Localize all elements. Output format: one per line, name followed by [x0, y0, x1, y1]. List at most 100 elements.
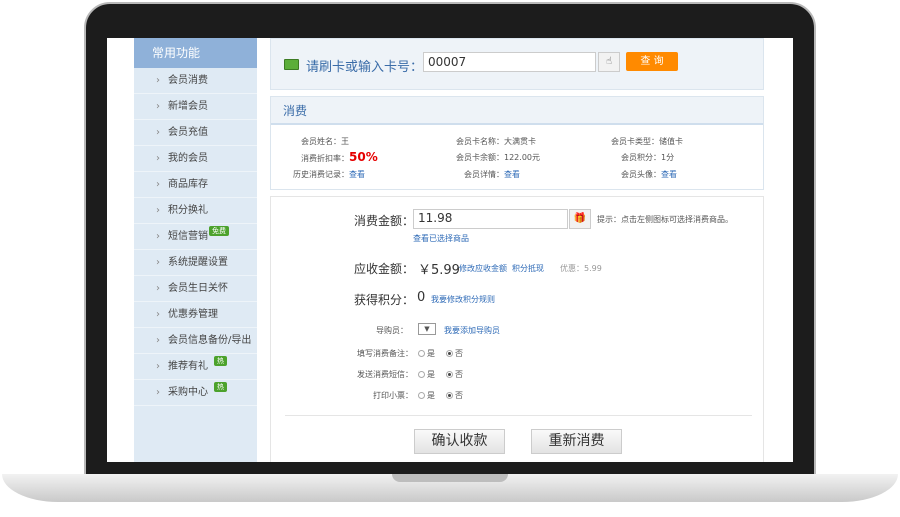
amount-input[interactable]: 11.98 [413, 209, 568, 229]
consume-form: 消费金额： 11.98 🎁 提示：点击左侧图标可选择消费商品。 查看已选择商品 … [270, 196, 764, 462]
avatar-row: 会员头像：查看 [621, 170, 677, 179]
consume-section: 消费 会员姓名：王 会员卡名称：大满贯卡 会员卡类型：储值卡 消费折扣率：50%… [270, 96, 764, 190]
sidebar-item-label: 商品库存 [168, 179, 208, 190]
radio-yes-label: 是 [427, 391, 435, 400]
laptop-notch [392, 474, 508, 482]
radio-no-label: 否 [455, 370, 463, 379]
radio-no[interactable]: 否 [446, 348, 463, 359]
sidebar-item[interactable]: › 推荐有礼热 [134, 354, 257, 380]
sidebar-title: 常用功能 [134, 38, 257, 68]
chevron-right-icon: › [156, 257, 160, 268]
guide-label: 导购员： [376, 326, 408, 335]
sidebar-item-label: 会员充值 [168, 127, 208, 138]
receivable-label: 应收金额： [354, 262, 415, 276]
history-link[interactable]: 查看 [349, 170, 365, 179]
radio-no-label: 否 [455, 349, 463, 358]
radio-yes[interactable]: 是 [418, 369, 435, 380]
radio-yes-label: 是 [427, 349, 435, 358]
avatar-link[interactable]: 查看 [661, 170, 677, 179]
detail-row: 会员详情：查看 [464, 170, 520, 179]
sidebar-item[interactable]: › 我的会员 [134, 146, 257, 172]
sidebar-item-label: 推荐有礼 [168, 361, 208, 372]
sidebar-badge: 热 [214, 382, 227, 392]
gift-icon[interactable]: 🎁 [569, 209, 591, 229]
laptop-base [2, 474, 898, 502]
chevron-right-icon: › [156, 309, 160, 320]
history-row: 历史消费记录：查看 [293, 170, 365, 179]
hint-text: 提示：点击左侧图标可选择消费商品。 [597, 215, 733, 224]
chevron-right-icon: › [156, 231, 160, 242]
card-bar: 请刷卡或输入卡号： 00007 ☝ 查 询 [270, 38, 764, 90]
sidebar-item[interactable]: › 系统提醒设置 [134, 250, 257, 276]
radio-icon [418, 350, 425, 357]
sidebar-item[interactable]: › 会员信息备份/导出 [134, 328, 257, 354]
chevron-right-icon: › [156, 153, 160, 164]
chevron-right-icon: › [156, 205, 160, 216]
option-label: 填写消费备注： [357, 349, 413, 358]
sidebar-item[interactable]: › 会员生日关怀 [134, 276, 257, 302]
sidebar-item-label: 采购中心 [168, 387, 208, 398]
radio-no-label: 否 [455, 391, 463, 400]
sidebar-item-label: 短信营销 [168, 231, 208, 242]
card-icon [284, 59, 299, 70]
sidebar-item-label: 新增会员 [168, 101, 208, 112]
member-info: 会员姓名：王 会员卡名称：大满贯卡 会员卡类型：储值卡 消费折扣率：50% 会员… [271, 125, 763, 189]
main: 请刷卡或输入卡号： 00007 ☝ 查 询 消费 会员姓名：王 会员卡名称：大满… [270, 38, 764, 462]
chevron-right-icon: › [156, 387, 160, 398]
edit-receivable-link[interactable]: 修改应收金额 [459, 263, 507, 274]
card-balance: 会员卡余额：122.00元 [456, 153, 540, 162]
divider [285, 415, 752, 416]
sidebar-item[interactable]: › 优惠券管理 [134, 302, 257, 328]
radio-yes[interactable]: 是 [418, 348, 435, 359]
view-selected-link[interactable]: 查看已选择商品 [413, 233, 469, 244]
radio-icon [418, 392, 425, 399]
detail-link[interactable]: 查看 [504, 170, 520, 179]
sidebar-item[interactable]: › 新增会员 [134, 94, 257, 120]
radio-checked-icon [446, 350, 453, 357]
discount-rate: 消费折扣率：50% [301, 150, 378, 164]
chevron-right-icon: › [156, 101, 160, 112]
chevron-right-icon: › [156, 75, 160, 86]
receivable-value: ￥5.99 [418, 263, 460, 278]
radio-yes-label: 是 [427, 370, 435, 379]
option-label: 发送消费短信： [357, 370, 413, 379]
sidebar-item[interactable]: › 商品库存 [134, 172, 257, 198]
sidebar-badge: 免费 [209, 226, 229, 236]
earn-value: 0 [417, 290, 426, 305]
radio-checked-icon [446, 392, 453, 399]
option-label: 打印小票： [373, 391, 413, 400]
card-label: 请刷卡或输入卡号： [306, 60, 424, 75]
card-name: 会员卡名称：大满贯卡 [456, 137, 536, 146]
add-guide-link[interactable]: 我要添加导购员 [444, 325, 500, 336]
radio-no[interactable]: 否 [446, 390, 463, 401]
sidebar-item-label: 积分换礼 [168, 205, 208, 216]
radio-yes[interactable]: 是 [418, 390, 435, 401]
discount-text: 优惠：5.99 [560, 264, 602, 273]
sidebar-item[interactable]: › 会员消费 [134, 68, 257, 94]
sidebar-item[interactable]: › 短信营销 免费 [134, 224, 257, 250]
query-button[interactable]: 查 询 [626, 52, 678, 71]
chevron-right-icon: › [156, 361, 160, 372]
member-name: 会员姓名：王 [301, 137, 349, 146]
sidebar-item[interactable]: › 积分换礼 [134, 198, 257, 224]
section-title: 消费 [271, 97, 763, 125]
sidebar: 常用功能 › 会员消费 › 新增会员 › 会员充值 › 我的会员 › 商品库存 › 积分换礼 › 短信营销… [134, 38, 257, 462]
radio-checked-icon [446, 371, 453, 378]
chevron-right-icon: › [156, 283, 160, 294]
chevron-right-icon: › [156, 127, 160, 138]
edit-rule-link[interactable]: 我要修改积分规则 [431, 294, 495, 305]
sidebar-item-label: 会员生日关怀 [168, 283, 228, 294]
card-number-input[interactable]: 00007 [423, 52, 596, 72]
radio-no[interactable]: 否 [446, 369, 463, 380]
sidebar-badge: 热 [214, 356, 227, 366]
confirm-button[interactable]: 确认收款 [414, 429, 505, 454]
member-points: 会员积分：1分 [621, 153, 675, 162]
swipe-hand-icon[interactable]: ☝ [598, 52, 620, 72]
chevron-right-icon: › [156, 335, 160, 346]
card-type: 会员卡类型：储值卡 [611, 137, 683, 146]
points-offset-link[interactable]: 积分抵现 [512, 263, 544, 274]
sidebar-item[interactable]: › 采购中心热 [134, 380, 257, 406]
guide-select[interactable]: ▼ [418, 323, 436, 335]
reset-button[interactable]: 重新消费 [531, 429, 622, 454]
sidebar-item[interactable]: › 会员充值 [134, 120, 257, 146]
